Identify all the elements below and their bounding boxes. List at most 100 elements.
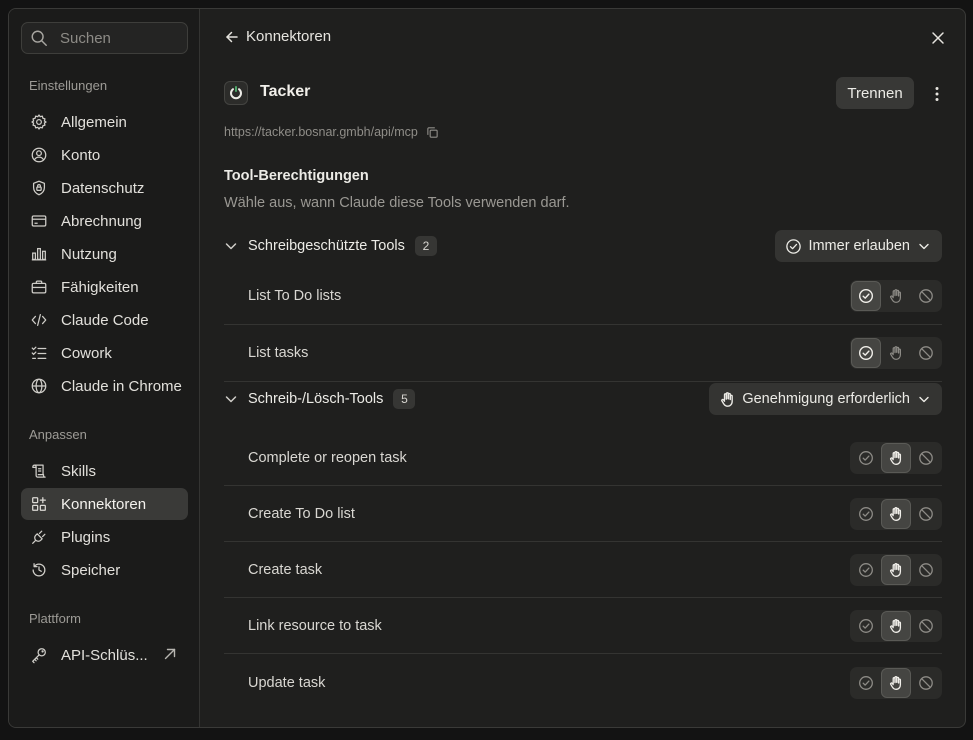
copy-icon[interactable] [426,126,439,139]
sidebar-item-plugins[interactable]: Plugins [21,521,188,553]
connector-logo [224,81,248,105]
ask-option[interactable] [881,498,911,529]
chevron-down-icon[interactable] [224,239,238,253]
hand-icon [890,562,902,577]
allow-option[interactable] [851,281,881,311]
group-name: Schreibgeschützte Tools [248,238,405,254]
hand-icon [890,346,901,360]
chevron-down-icon[interactable] [224,392,238,406]
check-circle-icon [858,288,874,304]
search-icon [31,30,47,46]
group-count-badge: 2 [414,236,437,256]
check-circle-icon [859,562,873,577]
power-ring-icon [230,86,242,100]
section-label-customize: Anpassen [29,427,87,442]
sidebar-item-cowork[interactable]: Cowork [21,337,188,369]
group-policy-dropdown[interactable]: Genehmigung erforderlich [709,383,942,415]
connector-url-text: https://tacker.bosnar.gmbh/api/mcp [224,125,418,139]
block-option[interactable] [911,555,941,585]
code-icon [31,313,47,327]
sidebar-item-claude-in-chrome[interactable]: Claude in Chrome [21,370,188,402]
hand-icon [890,618,902,633]
external-link-icon [164,648,176,660]
block-option[interactable] [911,338,941,368]
sidebar-item-nutzung[interactable]: Nutzung [21,238,188,270]
hand-icon [890,289,901,303]
block-option[interactable] [911,499,941,529]
ask-option[interactable] [881,442,911,473]
block-icon [919,450,933,465]
block-icon [919,618,933,633]
sidebar-item-label: Datenschutz [61,179,145,197]
sidebar-item-konto[interactable]: Konto [21,139,188,171]
sidebar-item-label: Claude Code [61,311,149,329]
check-circle-icon [858,345,874,361]
back-button[interactable]: Konnektoren [224,28,331,45]
close-icon[interactable] [930,30,946,46]
tool-name: List To Do lists [248,288,342,304]
credit-card-icon [31,215,47,227]
sidebar-item-faehigkeiten[interactable]: Fähigkeiten [21,271,188,303]
allow-option[interactable] [851,338,881,368]
checklist-icon [31,346,47,360]
sidebar-item-label: Claude in Chrome [61,377,182,395]
permission-toggle [850,667,942,699]
ask-option[interactable] [881,668,911,698]
block-option[interactable] [911,611,941,641]
ask-option[interactable] [881,281,911,311]
hand-icon [890,676,902,690]
plug-icon [32,530,46,544]
block-option[interactable] [911,281,941,311]
section-label-settings: Einstellungen [29,78,108,93]
allow-option[interactable] [851,611,881,641]
more-options-icon[interactable] [928,85,946,103]
group-count-badge: 5 [393,389,416,409]
group-policy-label: Genehmigung erforderlich [742,391,910,407]
allow-option[interactable] [851,668,881,698]
tool-row: List tasks [224,325,942,382]
search-box[interactable] [21,22,188,54]
arrow-left-icon [226,31,238,42]
tool-name: Create task [248,561,323,578]
sidebar-item-label: Nutzung [61,245,117,263]
disconnect-button[interactable]: Trennen [836,77,914,109]
block-option[interactable] [911,443,941,473]
sidebar: Einstellungen Allgemein Konto Datenschut… [9,9,200,727]
sidebar-item-datenschutz[interactable]: Datenschutz [21,172,188,204]
group-policy-label: Immer erlauben [808,238,910,254]
permission-toggle [850,280,942,312]
tool-group-write-delete: Schreib-/Lösch-Tools 5 Genehmigung erfor… [224,383,942,415]
allow-option[interactable] [851,499,881,529]
sidebar-item-abrechnung[interactable]: Abrechnung [21,205,188,237]
group-policy-dropdown[interactable]: Immer erlauben [775,230,942,262]
tool-name: Create To Do list [248,505,355,522]
check-circle-icon [859,676,873,690]
search-input[interactable] [60,29,160,47]
shield-lock-icon [32,180,46,196]
connector-detail-panel: Konnektoren Tacker Trennen https://tacke… [200,9,965,727]
ask-option[interactable] [881,610,911,641]
sidebar-item-label: Speicher [61,561,121,579]
sidebar-item-label: Konto [61,146,101,164]
sidebar-item-allgemein[interactable]: Allgemein [21,106,188,138]
ask-option[interactable] [881,554,911,585]
chevron-down-icon [919,243,929,250]
allow-option[interactable] [851,555,881,585]
grid-plus-icon [32,497,46,511]
sidebar-item-speicher[interactable]: Speicher [21,554,188,586]
allow-option[interactable] [851,443,881,473]
permission-toggle [850,441,942,474]
ask-option[interactable] [881,338,911,368]
sidebar-item-label: Skills [61,462,97,480]
sidebar-item-claude-code[interactable]: Claude Code [21,304,188,336]
sidebar-item-api-keys[interactable]: API-Schlüs... [21,639,188,671]
permissions-description: Wähle aus, wann Claude diese Tools verwe… [224,195,570,211]
block-option[interactable] [911,668,941,698]
bar-chart-icon [31,247,47,261]
sidebar-item-skills[interactable]: Skills [21,455,188,487]
sidebar-item-label: Plugins [61,528,111,546]
chevron-down-icon [919,396,929,403]
sidebar-item-label: Konnektoren [61,495,147,513]
sidebar-item-konnektoren[interactable]: Konnektoren [21,488,188,520]
permissions-title: Tool-Berechtigungen [224,168,369,184]
